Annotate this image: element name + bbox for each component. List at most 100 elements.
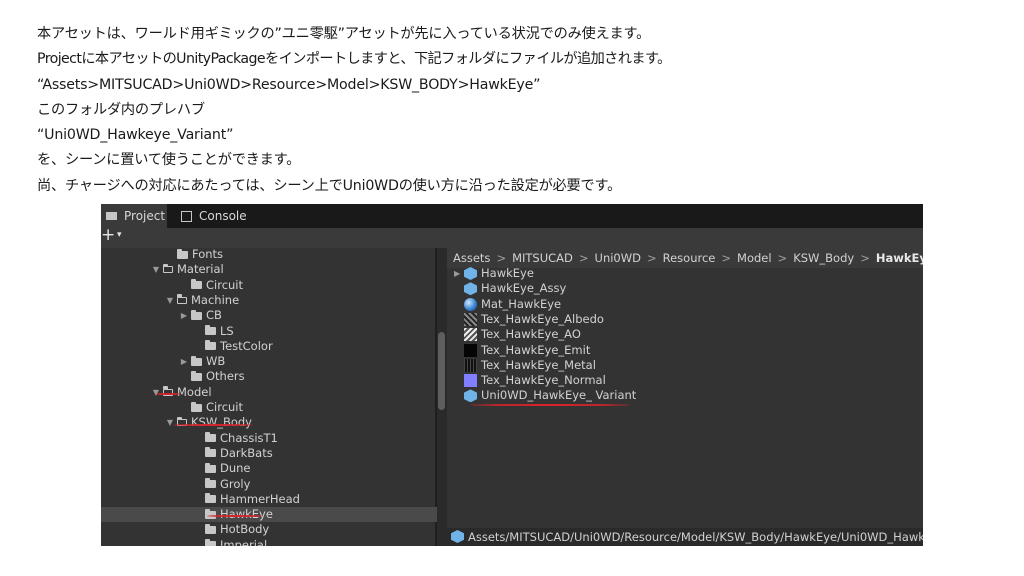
asset-item[interactable]: Mat_HawkEye <box>454 297 561 312</box>
tree-item[interactable]: ▶ WB <box>177 354 225 369</box>
folder-icon <box>106 212 117 220</box>
tree-item-label: DarkBats <box>220 445 273 460</box>
intro-line-1: 本アセットは、ワールド用ギミックの”ユニ零駆”アセットが先に入っている状況でのみ… <box>37 26 651 42</box>
prefab-icon <box>464 282 477 296</box>
texture-normal-icon <box>464 374 477 388</box>
tab-console[interactable]: Console <box>177 204 251 228</box>
breadcrumb-separator-icon: > <box>646 251 657 265</box>
expand-arrow-icon[interactable]: ▶ <box>454 266 464 281</box>
asset-item[interactable]: Tex_HawkEye_Albedo <box>454 312 604 327</box>
breadcrumb-item[interactable]: Assets <box>453 251 490 265</box>
tree-item-label: KSW_Body <box>191 415 252 430</box>
folder-icon <box>191 401 202 412</box>
texture-albedo-icon <box>464 312 477 326</box>
tree-item-label: HotBody <box>220 522 270 537</box>
asset-item-label: Uni0WD_HawkEye_ Variant <box>481 388 637 403</box>
folder-tree: Fonts ▼ Material Circuit ▼ Machine ▶ CB LS TestCo… <box>101 247 525 546</box>
asset-item[interactable]: Tex_HawkEye_Metal <box>454 358 596 373</box>
asset-item[interactable]: Tex_HawkEye_Normal <box>454 373 606 388</box>
breadcrumb-item[interactable]: Model <box>737 251 772 265</box>
asset-item-label: HawkEye <box>481 266 534 280</box>
tree-item[interactable]: HotBody <box>191 522 269 537</box>
folder-icon <box>191 279 202 290</box>
asset-item-label: HawkEye_Assy <box>481 281 567 296</box>
tree-scrollbar[interactable] <box>437 248 447 546</box>
tree-item[interactable]: Circuit <box>177 278 243 293</box>
folder-icon <box>191 309 202 320</box>
tree-item-label: Model <box>177 384 212 399</box>
folder-icon <box>205 493 216 504</box>
console-icon <box>181 210 192 222</box>
tree-item[interactable]: DarkBats <box>191 446 273 461</box>
breadcrumb-separator-icon: > <box>578 251 589 265</box>
folder-icon <box>191 355 202 366</box>
texture-metal-icon <box>464 358 477 372</box>
tree-item[interactable]: ▼ Machine <box>163 293 239 308</box>
tree-item[interactable]: TestColor <box>191 339 273 354</box>
expand-arrow-icon[interactable]: ▼ <box>163 293 177 308</box>
tab-bar: Project Console <box>101 204 923 228</box>
tree-item[interactable]: ▼ Model <box>149 385 212 400</box>
collapse-arrow-icon[interactable]: ▶ <box>177 308 191 323</box>
tree-item-label: ChassisT1 <box>220 430 278 445</box>
tree-item[interactable]: ▼ KSW_Body <box>163 415 252 430</box>
folder-icon <box>205 432 216 443</box>
breadcrumb-item[interactable]: HawkEye <box>876 251 923 265</box>
prefab-variant-icon <box>464 389 477 403</box>
breadcrumb-separator-icon: > <box>496 251 507 265</box>
tree-item[interactable]: ▶ CB <box>177 308 222 323</box>
tree-item[interactable]: LS <box>191 324 234 339</box>
annotation-underline-ksw-body <box>173 424 253 426</box>
asset-item[interactable]: HawkEye_Assy <box>454 281 566 296</box>
tree-item-label: Machine <box>191 292 240 307</box>
asset-item-label: Tex_HawkEye_Metal <box>481 357 596 372</box>
tree-item-label: HammerHead <box>220 491 300 506</box>
material-icon <box>464 297 477 311</box>
asset-item-label: Tex_HawkEye_Albedo <box>481 311 604 326</box>
asset-item-label: Tex_HawkEye_Normal <box>481 373 606 388</box>
folder-icon <box>205 447 216 458</box>
expand-arrow-icon[interactable]: ▼ <box>163 415 177 430</box>
folder-icon <box>205 478 216 488</box>
tree-item[interactable]: Dune <box>191 461 251 476</box>
breadcrumb-item[interactable]: KSW_Body <box>793 251 854 265</box>
tree-item[interactable]: Others <box>177 369 245 384</box>
project-toolbar: + ▾ <box>101 225 923 248</box>
tree-item[interactable]: Circuit <box>177 400 243 415</box>
status-path: Assets/MITSUCAD/Uni0WD/Resource/Model/KS… <box>468 530 923 544</box>
annotation-underline-model <box>156 393 180 395</box>
add-button[interactable]: + <box>101 225 115 245</box>
collapse-arrow-icon[interactable]: ▶ <box>177 354 191 369</box>
chevron-down-icon[interactable]: ▾ <box>117 230 122 240</box>
unity-project-window: Project Console + ▾ Fonts ▼ Material Circui… <box>101 204 923 546</box>
asset-item[interactable]: Uni0WD_HawkEye_ Variant <box>454 388 636 403</box>
tree-item-label: Dune <box>220 461 251 476</box>
tree-item[interactable]: Groly <box>191 477 250 492</box>
scrollbar-thumb[interactable] <box>438 332 445 410</box>
tree-item-label: CB <box>206 308 222 323</box>
annotation-underline-variant <box>471 404 629 406</box>
prefab-variant-icon <box>451 530 464 543</box>
tree-item-label: WB <box>206 354 226 369</box>
asset-item[interactable]: ▶ HawkEye <box>454 266 534 281</box>
asset-item[interactable]: Tex_HawkEye_AO <box>454 327 581 342</box>
tree-item-label: LS <box>220 323 234 338</box>
asset-item[interactable]: Tex_HawkEye_Emit <box>454 343 590 358</box>
tree-item-label: Circuit <box>206 277 244 292</box>
folder-icon <box>205 325 216 335</box>
tree-item[interactable]: Fonts <box>163 247 223 262</box>
folder-icon <box>191 370 202 381</box>
tree-item[interactable]: ▼ Material <box>149 262 224 277</box>
tree-item[interactable]: HammerHead <box>191 492 300 507</box>
breadcrumb-item[interactable]: Resource <box>663 251 716 265</box>
tree-item-label: Circuit <box>206 400 244 414</box>
breadcrumb-item[interactable]: MITSUCAD <box>512 251 573 265</box>
breadcrumb-item[interactable]: Uni0WD <box>595 251 641 265</box>
breadcrumb-separator-icon: > <box>777 251 788 265</box>
expand-arrow-icon[interactable]: ▼ <box>149 262 163 277</box>
tab-console-label: Console <box>199 209 247 223</box>
asset-item-label: Tex_HawkEye_AO <box>481 327 581 342</box>
tree-item[interactable]: ChassisT1 <box>191 431 278 446</box>
tree-item[interactable]: Imperial <box>191 538 267 546</box>
tree-item-label: Material <box>177 262 224 277</box>
